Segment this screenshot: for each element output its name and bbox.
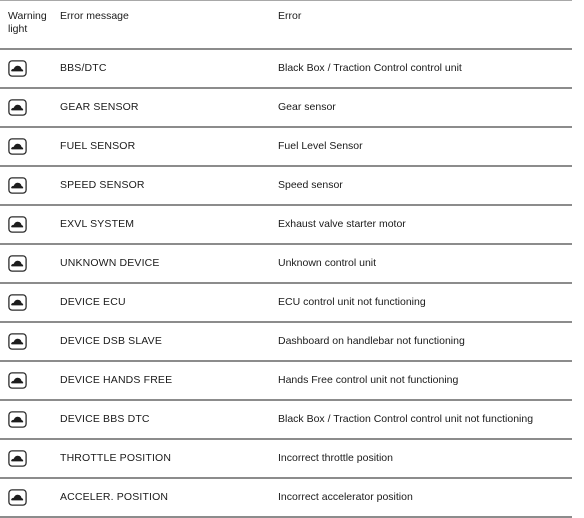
warning-light-cell xyxy=(0,88,46,127)
warning-light-cell xyxy=(0,361,46,400)
column-header-warning-light: Warning light xyxy=(0,0,47,50)
error-message-cell: ACCELER. POSITION xyxy=(60,491,169,503)
error-description-cell: Speed sensor xyxy=(278,179,343,191)
warning-light-cell xyxy=(0,283,46,322)
error-message-cell: EXVL SYSTEM xyxy=(60,218,135,230)
warning-lamp-icon xyxy=(8,216,27,233)
warning-light-cell xyxy=(0,244,46,283)
warning-light-cell xyxy=(0,478,46,517)
warning-lamp-icon xyxy=(8,60,27,77)
error-message-cell: DEVICE ECU xyxy=(60,296,126,308)
error-description-cell: Exhaust valve starter motor xyxy=(278,218,406,230)
warning-light-cell xyxy=(0,49,46,88)
table-body: BBS/DTC Black Box / Traction Control cont… xyxy=(0,49,572,517)
error-message-cell: FUEL SENSOR xyxy=(60,140,136,152)
error-description-cell: ECU control unit not functioning xyxy=(278,296,426,308)
warning-lamp-icon xyxy=(8,333,27,350)
error-description-cell: Black Box / Traction Control control uni… xyxy=(278,62,462,74)
table-row: SPEED SENSOR Speed sensor xyxy=(0,166,572,205)
table-header: Warning light Error message Error xyxy=(0,0,572,50)
error-description-cell: Fuel Level Sensor xyxy=(278,140,363,152)
table-row: DEVICE ECU ECU control unit not functioni… xyxy=(0,283,572,322)
warning-lamp-icon xyxy=(8,177,27,194)
column-header-error-message: Error message xyxy=(46,0,267,50)
warning-lamp-icon xyxy=(8,99,27,116)
table-row: FUEL SENSOR Fuel Level Sensor xyxy=(0,127,572,166)
warning-light-cell xyxy=(0,439,46,478)
warning-lamp-icon xyxy=(8,294,27,311)
error-message-cell: DEVICE DSB SLAVE xyxy=(60,335,162,347)
table-row: DEVICE BBS DTC Black Box / Traction Contr… xyxy=(0,400,572,439)
error-description-cell: Black Box / Traction Control control uni… xyxy=(278,413,534,425)
error-message-cell: BBS/DTC xyxy=(60,62,107,74)
error-message-cell: GEAR SENSOR xyxy=(60,101,139,113)
warning-light-cell xyxy=(0,127,46,166)
error-message-cell: THROTTLE POSITION xyxy=(60,452,172,464)
error-code-table: Warning light Error message Error BBS/DT… xyxy=(0,0,572,518)
error-description-cell: Incorrect accelerator position xyxy=(278,491,413,503)
warning-lamp-icon xyxy=(8,489,27,506)
table-row: DEVICE DSB SLAVE Dashboard on handlebar n… xyxy=(0,322,572,361)
error-description-cell: Hands Free control unit not functioning xyxy=(278,374,459,386)
column-header-error: Error xyxy=(267,0,572,50)
error-table-container: Warning light Error message Error BBS/DT… xyxy=(0,0,584,518)
error-description-cell: Incorrect throttle position xyxy=(278,452,393,464)
table-row: DEVICE HANDS FREE Hands Free control unit… xyxy=(0,361,572,400)
warning-light-cell xyxy=(0,400,46,439)
table-header-row: Warning light Error message Error xyxy=(0,0,572,50)
warning-lamp-icon xyxy=(8,372,27,389)
error-message-cell: DEVICE HANDS FREE xyxy=(60,374,173,386)
table-row: UNKNOWN DEVICE Unknown control unit xyxy=(0,244,572,283)
table-row: GEAR SENSOR Gear sensor xyxy=(0,88,572,127)
error-message-cell: DEVICE BBS DTC xyxy=(60,413,150,425)
error-message-cell: SPEED SENSOR xyxy=(60,179,145,191)
warning-light-cell xyxy=(0,205,46,244)
warning-lamp-icon xyxy=(8,450,27,467)
warning-lamp-icon xyxy=(8,255,27,272)
error-description-cell: Unknown control unit xyxy=(278,257,377,269)
warning-light-cell xyxy=(0,166,46,205)
error-description-cell: Gear sensor xyxy=(278,101,336,113)
table-row: ACCELER. POSITION Incorrect accelerator p… xyxy=(0,478,572,517)
warning-light-cell xyxy=(0,322,46,361)
error-message-cell: UNKNOWN DEVICE xyxy=(60,257,160,269)
table-row: EXVL SYSTEM Exhaust valve starter motor xyxy=(0,205,572,244)
warning-lamp-icon xyxy=(8,138,27,155)
table-row: THROTTLE POSITION Incorrect throttle posi… xyxy=(0,439,572,478)
table-row: BBS/DTC Black Box / Traction Control cont… xyxy=(0,49,572,88)
warning-lamp-icon xyxy=(8,411,27,428)
error-description-cell: Dashboard on handlebar not functioning xyxy=(278,335,465,347)
